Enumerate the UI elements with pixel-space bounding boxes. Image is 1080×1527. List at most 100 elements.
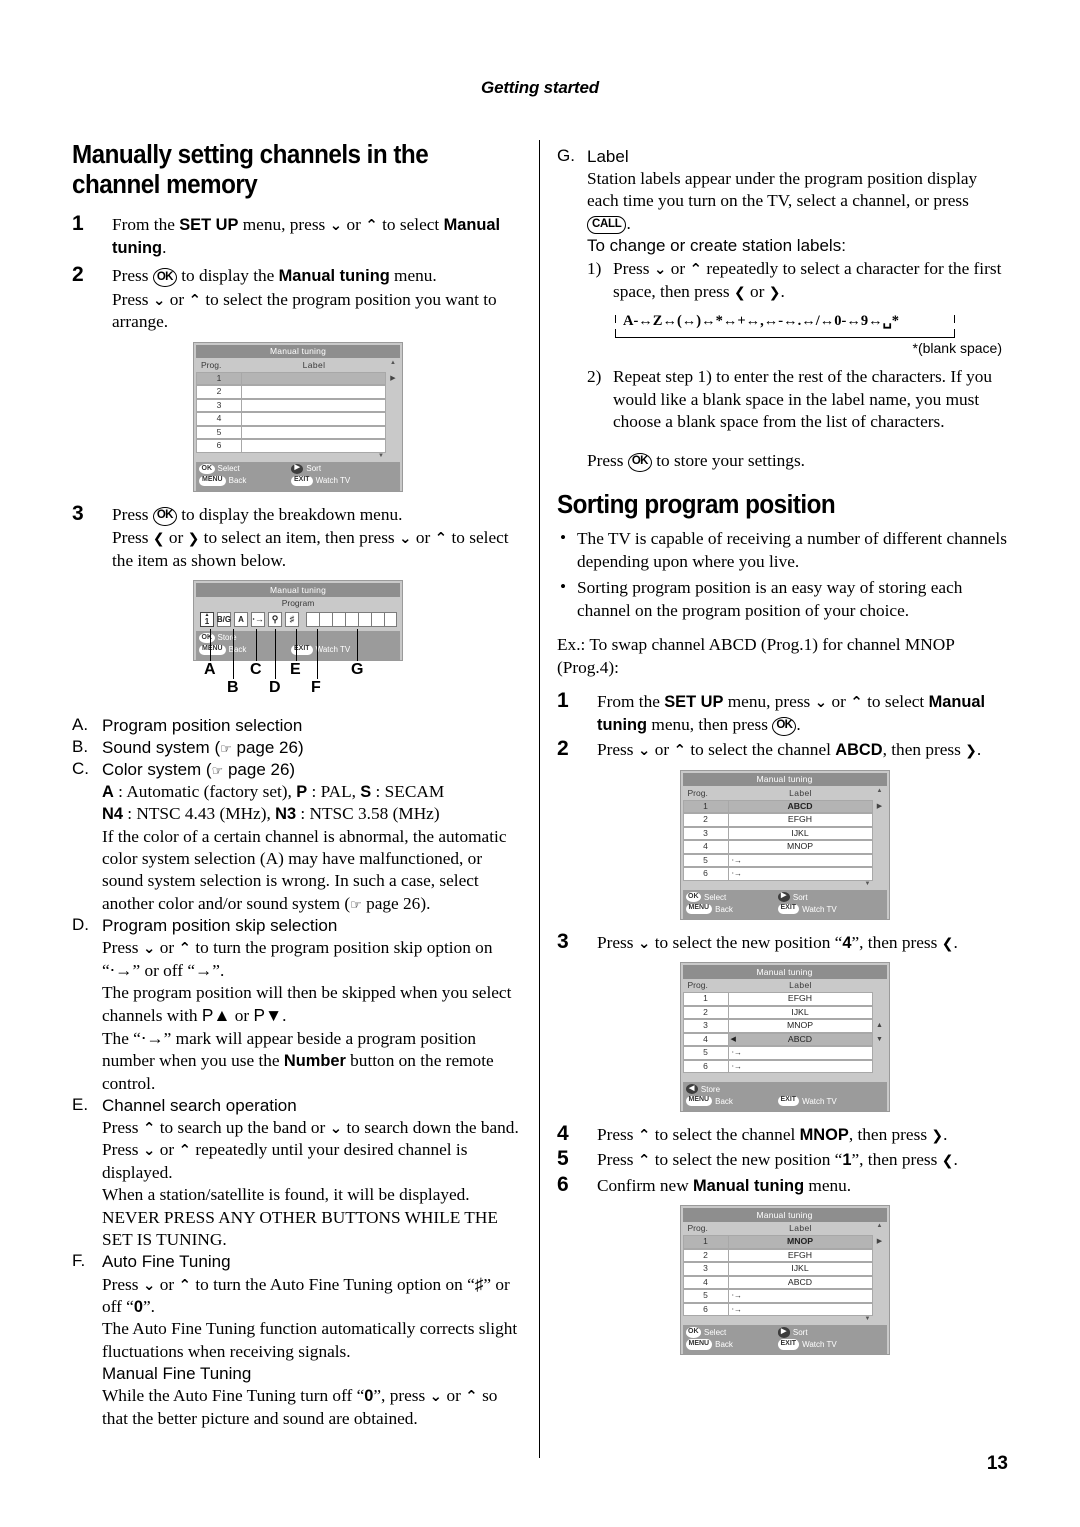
breakdown-cells: ▲ 1 B/G A ⋅→ ⚲ ♯ [196,609,400,630]
osd-row[interactable]: 3 IJKL [682,1262,887,1276]
breakdown-skip-cell[interactable]: ⋅→ [251,611,265,627]
breakdown-label-boxes[interactable] [306,611,397,627]
osd-column-header: Prog. Label ▲ [683,1222,887,1236]
item-title: Auto Fine Tuning [102,1252,231,1272]
osd-row-label: IJKL [728,1005,873,1020]
osd-row[interactable]: 5 ⋅→ [682,853,887,868]
skip-icon: ⋅→ [731,1304,743,1314]
scroll-up-icon[interactable]: ▲ [873,788,887,798]
osd-row-prog: 4 [196,412,242,426]
item-c: C. Color system (☞ page 26) A : Automati… [72,759,524,915]
osd-col-prog: Prog. [687,980,708,991]
osd-row[interactable]: 2 EFGH [682,813,887,827]
scroll-up-icon[interactable]: ▲ [873,1019,887,1033]
scroll-down-icon[interactable]: ▼ [873,1033,887,1047]
exit-key-icon: EXIT [291,475,313,487]
osd-row[interactable]: 1 MNOP ▶ [682,1235,887,1249]
osd-row[interactable]: 6 ⋅→ [682,1059,887,1074]
leader-d [275,628,277,679]
osd-row-label: ⋅→ [728,853,873,868]
label-substep-2: 2) Repeat step 1) to enter the rest of t… [587,367,993,432]
ok-key-icon: OK [685,1327,701,1338]
running-head: Getting started [481,78,599,97]
osd-footer-watchtv[interactable]: EXIT Watch TV [291,475,350,487]
osd-row-prog: 1 [682,1235,729,1249]
osd-title: Manual tuning [682,965,887,979]
osd-col-label: Label [789,1223,812,1234]
osd-footer-sort[interactable]: ▶ Sort [777,1327,808,1338]
osd-col-prog: Prog. [201,359,222,370]
ok-key-icon: OK [772,716,797,736]
item-title: Program position selection [102,715,303,735]
scroll-down-icon[interactable]: ▼ [683,881,887,889]
osd-footer-select[interactable]: OK Select [685,891,778,903]
menu-key-icon: MENU [199,475,226,487]
osd-col-label: Label [789,787,812,798]
item-mark: A. [72,714,89,734]
breakdown-sound-system-cell[interactable]: B/G [217,611,231,627]
osd-footer-back[interactable]: MENU Back [685,1095,778,1107]
osd-row[interactable]: 2 [196,385,400,399]
scroll-up-icon[interactable]: ▲ [386,360,400,370]
osd-row[interactable]: 6 [196,439,400,453]
breakdown-color-system-cell[interactable]: A [234,611,248,627]
osd-sorting-step2: Manual tuning Prog. Label ▲ 1 ABCD ▶ 2 E… [679,769,890,920]
scroll-up-icon[interactable]: ▲ [873,1223,887,1233]
osd-row[interactable]: 6 ⋅→ [682,1302,887,1317]
breakdown-search-cell[interactable]: ⚲ [268,611,282,627]
osd-footer-sort[interactable]: ▶ Sort [777,891,808,903]
osd-row[interactable]: 1 ▶ [196,371,400,386]
osd-footer: OK Select ▶ Sort MENU Back EXIT Watch TV [196,461,400,491]
osd-footer-watchtv[interactable]: EXIT Watch TV [777,903,837,915]
osd-row[interactable]: 5 ⋅→ [682,1046,887,1060]
skip-icon: ⋅→ [731,1048,743,1058]
breakdown-fine-tuning-cell[interactable]: ♯ [285,611,299,627]
item-a: A. Program position selection [72,715,524,737]
osd-row[interactable]: 2 IJKL [682,1005,887,1020]
breakdown-program-cell[interactable]: ▲ 1 [200,611,214,627]
osd-row[interactable]: 5 [196,425,400,440]
osd-footer-store[interactable]: ◀ Store [685,1084,778,1095]
osd-row[interactable]: 2 EFGH [682,1248,887,1263]
osd-row[interactable]: 3 MNOP ▲ [682,1019,887,1033]
item-mark: F. [72,1251,86,1271]
osd-row[interactable]: 6 ⋅→ [682,867,887,881]
osd-footer-select[interactable]: OK Select [685,1327,778,1338]
osd-row[interactable]: 5 ⋅→ [682,1289,887,1303]
item-e-line1: Press ⌃ to search up the band or ⌄ to se… [102,1118,519,1138]
substep-mark: 1) [587,259,602,279]
osd-sorting-step3: Manual tuning Prog. Label 1 EFGH 2 IJKL [679,962,890,1112]
menu-key-icon: MENU [685,903,713,915]
osd-row[interactable]: 3 [196,398,400,413]
osd-footer: OK Select ▶ Sort MENU Back EXIT Watch TV [682,889,887,919]
osd-row[interactable]: 4 MNOP [682,840,887,854]
scroll-down-icon[interactable]: ▼ [196,453,400,461]
osd-row[interactable]: 4 ABCD [682,1275,887,1290]
osd-footer-back[interactable]: MENU Back [685,903,778,915]
osd-footer-back[interactable]: MENU Back [685,1339,778,1350]
pointing-hand-icon: ☞ [211,763,224,779]
callout-letter-f: F [311,678,321,696]
osd-row[interactable]: 4 ◀ ABCD ▼ [682,1032,887,1047]
osd-row[interactable]: 1 EFGH [682,992,887,1006]
sorting-bullet: The TV is capable of receiving a number … [557,527,1012,573]
scroll-down-icon[interactable]: ▼ [683,1316,887,1324]
leader-b [233,628,235,679]
osd-footer-back[interactable]: MENU Back [199,475,291,487]
osd-row[interactable]: 4 [196,412,400,426]
osd-column-header: Prog. Label ▲ [683,786,887,800]
osd-footer-sort[interactable]: ▶ Sort [291,463,321,475]
osd-footer-watchtv[interactable]: EXIT Watch TV [777,1339,837,1350]
sort-step-5: 5 Press ⌃ to select the new position “1”… [557,1147,1012,1171]
osd-footer-select[interactable]: OK Select [199,463,291,475]
osd-row[interactable]: 3 IJKL [682,826,887,841]
row-spacer [873,1060,887,1074]
item-d: D. Program position skip selection Press… [72,915,524,1095]
osd-row-prog: 4 [682,840,729,854]
osd-footer-watchtv[interactable]: EXIT Watch TV [777,1095,837,1107]
item-title: Channel search operation [102,1095,297,1115]
osd-row[interactable]: 1 ABCD ▶ [682,799,887,814]
exit-key-icon: EXIT [777,1095,800,1107]
pointing-hand-icon: ☞ [220,741,232,757]
item-title: Label [587,147,629,166]
